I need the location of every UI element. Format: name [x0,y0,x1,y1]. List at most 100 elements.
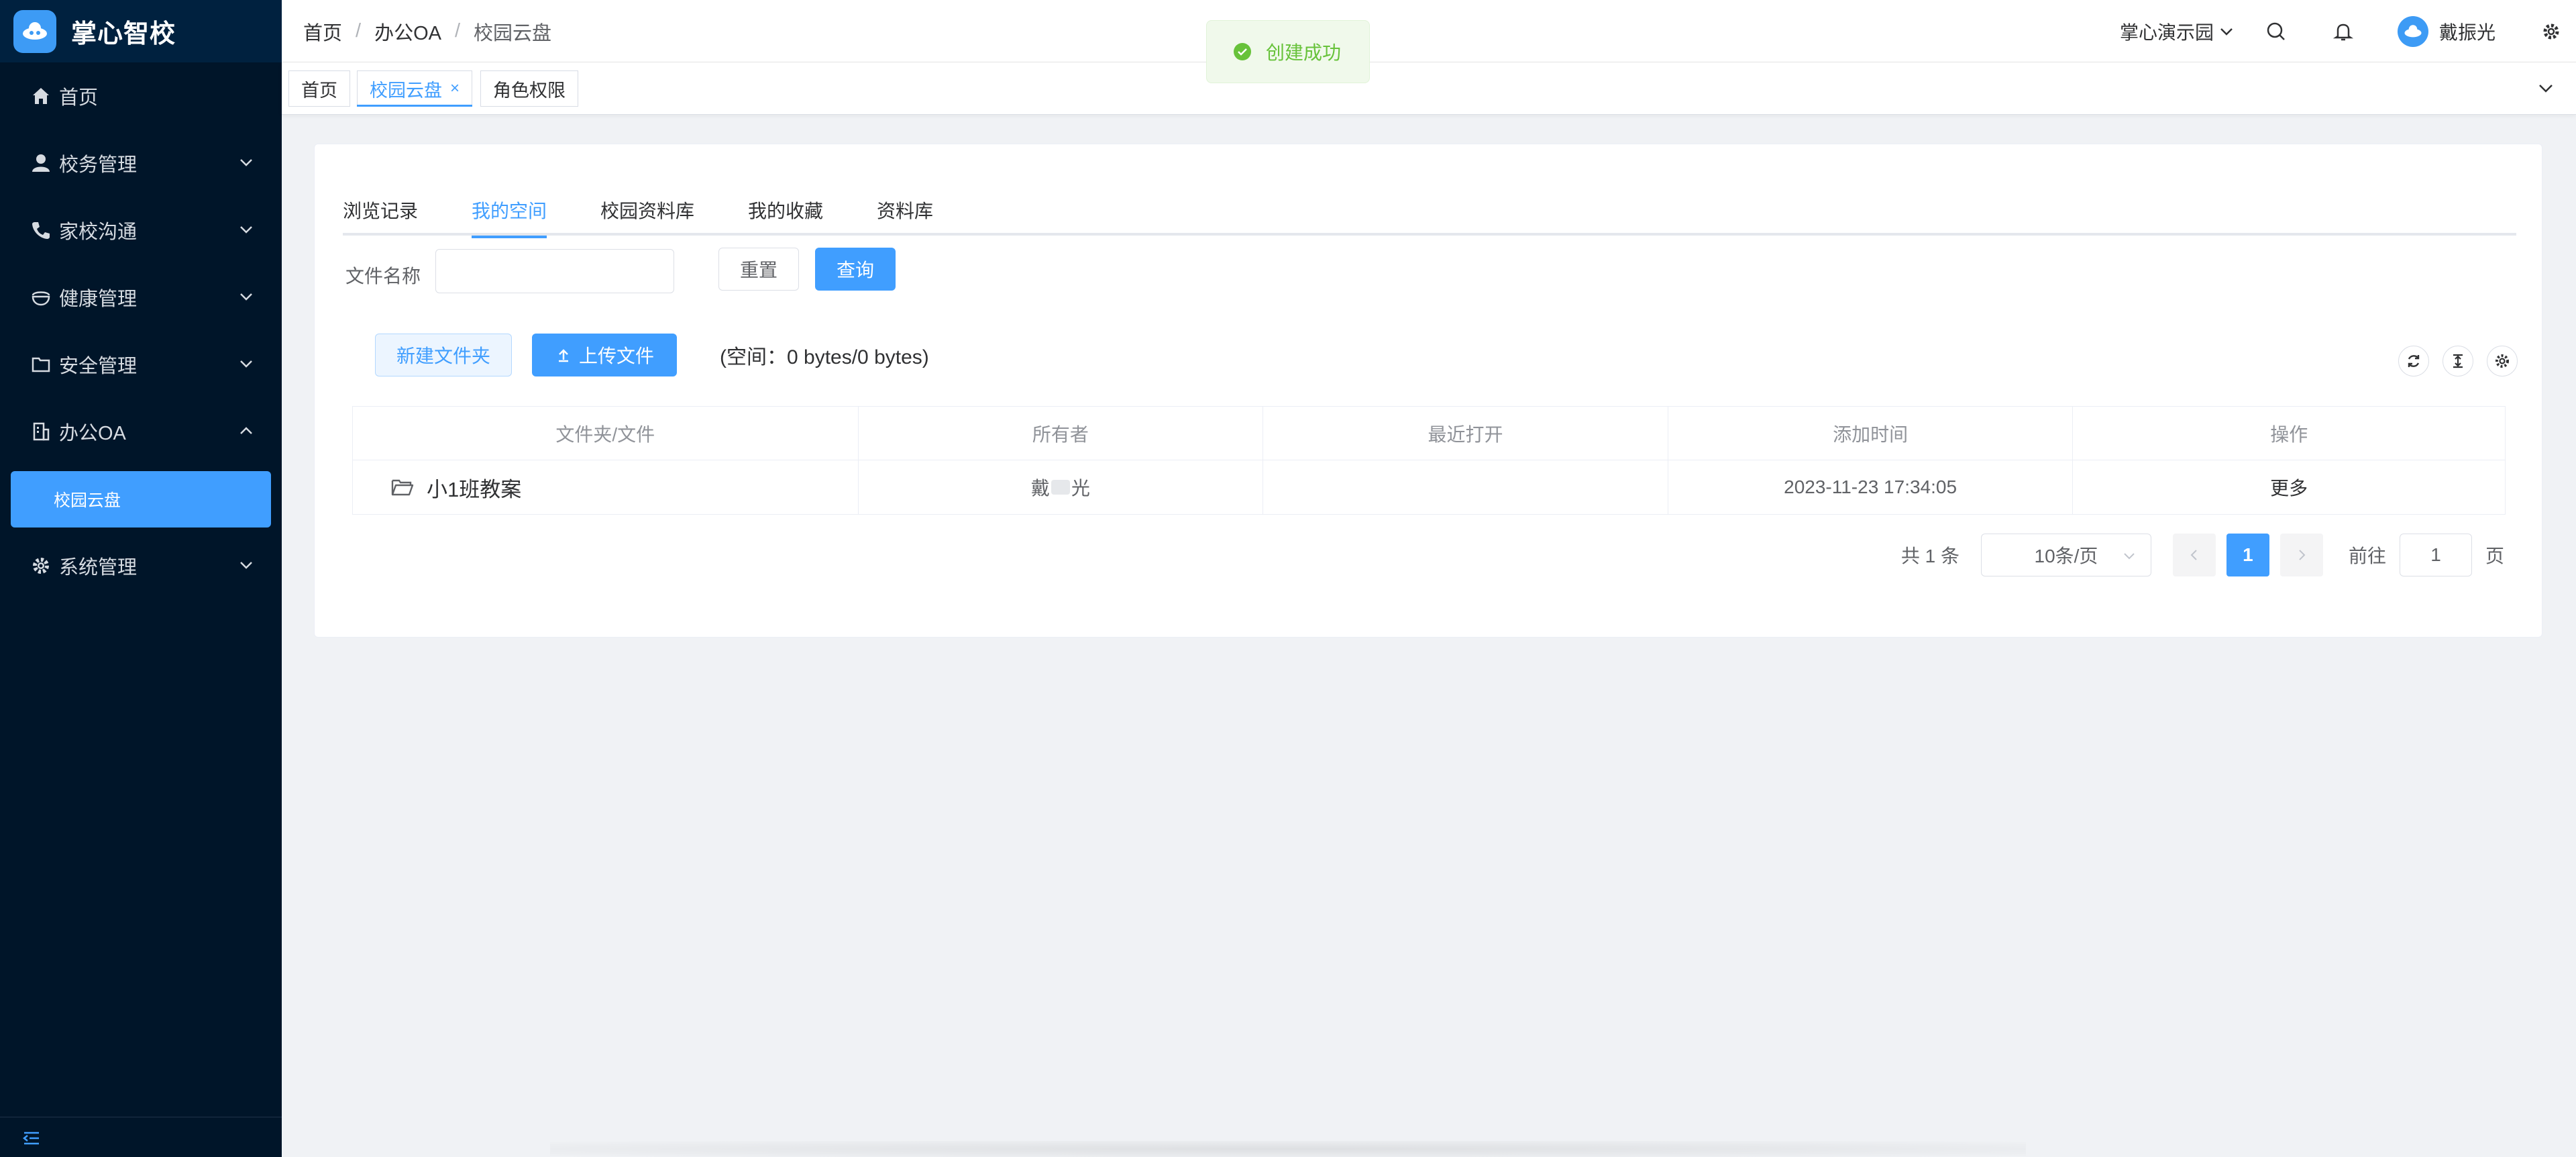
toast-message: 创建成功 [1266,42,1342,63]
sidebar-item-system[interactable]: 系统管理 [0,532,282,599]
campus-name: 掌心演示园 [2119,21,2214,43]
chevron-down-icon[interactable] [2536,79,2556,99]
sidebar-subitem-campus-drive[interactable]: 校园云盘 [11,471,271,527]
breadcrumb-item[interactable]: 首页 [303,17,342,46]
tag-home[interactable]: 首页 [288,70,350,107]
tab-campus-library[interactable]: 校园资料库 [600,185,694,236]
pagination-total: 共 1 条 [1900,546,1960,566]
sidebar-item-label: 系统管理 [59,557,138,578]
chevron-down-icon [2218,23,2235,40]
sidebar-item-health[interactable]: 健康管理 [0,264,282,331]
sidebar-item-home[interactable]: 首页 [0,62,282,130]
folder-open-icon [390,475,415,499]
filename-label: 文件名称 [345,266,421,287]
tabs: 浏览记录 我的空间 校园资料库 我的收藏 资料库 [343,185,2516,238]
chevron-down-icon [2121,548,2137,564]
phone-icon [30,219,52,242]
page-jump-input[interactable] [2399,534,2472,576]
sidebar-item-home-school[interactable]: 家校沟通 [0,197,282,264]
tag-campus-drive[interactable]: 校园云盘 × [357,70,473,107]
last-opened-cell [1263,460,1668,514]
folder-icon [30,353,52,376]
user-menu[interactable]: 戴振光 [2397,15,2496,47]
more-action[interactable]: 更多 [2073,460,2505,514]
page-number[interactable]: 1 [2226,534,2269,576]
page-size-select[interactable]: 10条/页 [1980,534,2151,576]
sidebar-item-office-oa[interactable]: 办公OA [0,398,282,465]
chevron-down-icon [237,288,255,305]
check-circle-icon [1232,42,1252,62]
chevron-down-icon [237,355,255,372]
owner-name-first: 戴 [1030,478,1050,499]
campus-selector[interactable]: 掌心演示园 [2120,18,2235,45]
app-title: 掌心智校 [71,20,176,48]
prev-page-button[interactable] [2172,534,2216,576]
tab-my-favorites[interactable]: 我的收藏 [748,185,823,236]
tag-label: 角色权限 [493,80,566,101]
breadcrumb-separator: / [454,20,461,42]
sidebar-item-label: 首页 [59,87,99,109]
file-name: 小1班教案 [427,477,522,501]
table-header-row: 文件夹/文件 所有者 最近打开 添加时间 操作 [353,407,2505,460]
avatar [2397,15,2428,47]
owner-name-mask [1051,480,1070,495]
reset-button[interactable]: 重置 [718,248,799,291]
success-toast: 创建成功 [1206,20,1370,83]
new-folder-button[interactable]: 新建文件夹 [375,334,512,376]
sidebar-item-safety[interactable]: 安全管理 [0,331,282,398]
query-button[interactable]: 查询 [815,248,896,291]
sidebar-item-label: 安全管理 [59,356,138,377]
column-header: 添加时间 [1668,407,2074,460]
tab-resource-library[interactable]: 资料库 [877,185,933,236]
chevron-down-icon [237,154,255,171]
close-icon[interactable]: × [450,79,460,98]
chevron-up-icon [237,422,255,440]
tag-role-permission[interactable]: 角色权限 [480,70,578,107]
sidebar-item-label: 校务管理 [59,154,138,176]
column-header: 最近打开 [1263,407,1668,460]
goto-label: 前往 [2348,546,2386,566]
space-usage: (空间：0 bytes/0 bytes) [720,346,929,368]
header-actions: 掌心演示园 戴振光 [2120,0,2576,62]
logo-bar[interactable]: 掌心智校 [0,0,282,62]
upload-file-button[interactable]: 上传文件 [532,334,677,376]
breadcrumb-item[interactable]: 办公OA [374,17,441,46]
tag-label: 首页 [301,80,337,101]
filename-input[interactable] [435,249,674,293]
column-height-icon[interactable] [2443,346,2473,376]
app-logo [13,9,56,53]
chevron-down-icon [237,556,255,574]
owner-name-last: 光 [1071,478,1090,499]
settings-icon[interactable] [2487,346,2518,376]
sidebar: 掌心智校 首页 校务管理 家校沟通 健康管理 安全管理 办公OA 校园云盘 系统… [0,0,282,1157]
column-header: 文件夹/文件 [353,407,859,460]
upload-icon [555,346,572,364]
file-table: 文件夹/文件 所有者 最近打开 添加时间 操作 小1班教案 戴光 2023-11… [352,406,2506,515]
top-header: 首页 / 办公OA / 校园云盘 掌心演示园 戴振光 [282,0,2576,62]
collapse-menu-icon[interactable] [21,1128,42,1148]
main-card: 浏览记录 我的空间 校园资料库 我的收藏 资料库 文件名称 重置 查询 新建文件… [314,144,2542,638]
sidebar-item-label: 办公OA [59,423,126,444]
bell-icon[interactable] [2332,20,2355,43]
table-row[interactable]: 小1班教案 戴光 2023-11-23 17:34:05 更多 [353,460,2505,514]
user-icon [30,152,52,174]
home-icon [30,85,52,107]
gear-icon [30,554,52,577]
refresh-icon[interactable] [2398,346,2429,376]
chevron-down-icon [237,221,255,238]
owner-cell: 戴光 [859,460,1264,514]
settings-icon[interactable] [2540,20,2563,43]
column-header: 操作 [2270,423,2308,445]
tab-my-space[interactable]: 我的空间 [472,185,547,238]
sidebar-item-label: 健康管理 [59,289,138,310]
sidebar-footer [0,1117,282,1157]
bowl-icon [30,286,52,309]
breadcrumb: 首页 / 办公OA / 校园云盘 [303,0,551,62]
next-page-button[interactable] [2279,534,2323,576]
tab-browse-history[interactable]: 浏览记录 [343,185,418,236]
file-name-cell[interactable]: 小1班教案 [353,460,859,514]
search-icon[interactable] [2265,20,2288,43]
breadcrumb-current: 校园云盘 [474,22,552,44]
sidebar-item-school-affairs[interactable]: 校务管理 [0,130,282,197]
pagination: 共 1 条 10条/页 1 前往 页 [1901,534,2504,576]
